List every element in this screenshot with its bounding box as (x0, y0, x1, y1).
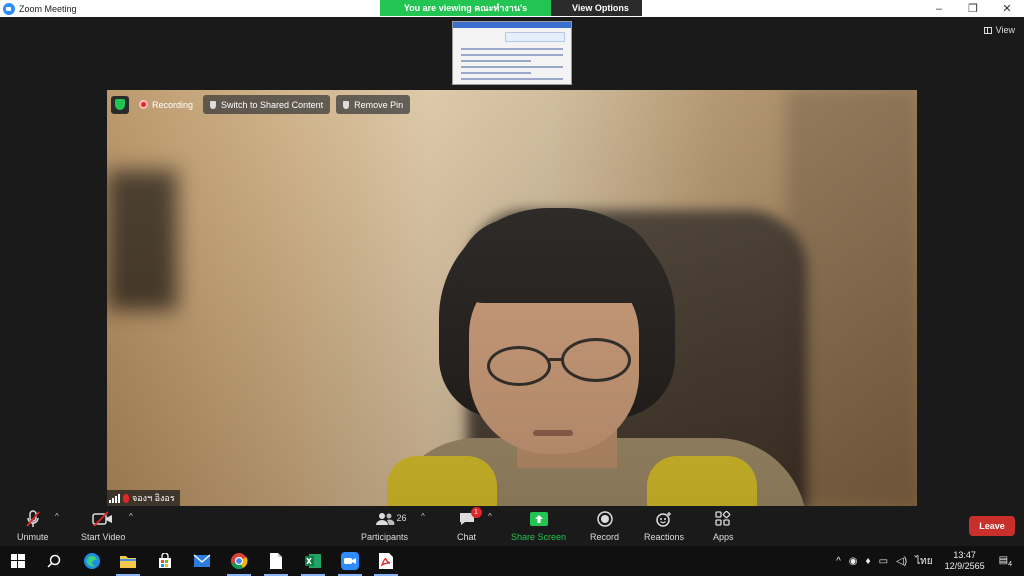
restore-button[interactable]: ❐ (956, 0, 990, 17)
reactions-button[interactable]: Reactions (644, 510, 684, 542)
chrome-icon[interactable] (227, 551, 251, 576)
video-toolbar: Recording Switch to Shared Content Remov… (111, 95, 411, 114)
zoom-taskbar-icon[interactable] (338, 551, 362, 576)
reactions-label: Reactions (644, 532, 685, 542)
start-video-button[interactable]: Start Video (81, 510, 125, 542)
close-button[interactable]: ✕ (990, 0, 1024, 17)
meet-now-icon[interactable]: ◉ (849, 556, 858, 567)
participants-label: Participants (361, 532, 409, 542)
record-dot-icon (139, 100, 148, 109)
network-icon[interactable]: ▭ (879, 556, 888, 567)
switch-to-shared-content-button[interactable]: Switch to Shared Content (203, 95, 331, 114)
view-button[interactable]: View (983, 25, 1015, 35)
remove-pin-label: Remove Pin (354, 99, 404, 110)
viewing-text: You are viewing คณะทำงาน's screen (380, 0, 551, 29)
share-screen-label: Share Screen (511, 532, 567, 542)
clock-time: 13:47 (953, 550, 976, 560)
participants-icon: 26 (375, 510, 407, 528)
notification-icon[interactable]: ▤4 (999, 555, 1012, 568)
participant-name: จองฯ อิงอร (132, 493, 175, 503)
pinned-video: Recording Switch to Shared Content Remov… (107, 90, 917, 506)
file-explorer-icon[interactable] (116, 551, 140, 576)
chevron-up-icon[interactable]: ^ (836, 556, 841, 567)
leave-button[interactable]: Leave (969, 516, 1015, 536)
chat-button[interactable]: 1 Chat (457, 507, 482, 542)
microsoft-store-icon[interactable] (155, 551, 175, 571)
video-options-caret[interactable]: ^ (129, 512, 133, 521)
audio-options-caret[interactable]: ^ (55, 512, 59, 521)
chat-options-caret[interactable]: ^ (488, 512, 492, 521)
participant-name-tag: จองฯ อิงอร (107, 490, 180, 506)
unmute-label: Unmute (17, 532, 49, 542)
chat-label: Chat (457, 532, 477, 542)
minimize-button[interactable]: – (922, 0, 956, 17)
security-shield-icon[interactable] (111, 95, 129, 114)
document-icon[interactable] (264, 551, 288, 576)
participants-count: 26 (396, 513, 407, 523)
participants-button[interactable]: 26 Participants (361, 510, 408, 542)
language-indicator[interactable]: ไทย (915, 554, 932, 569)
search-icon[interactable] (44, 551, 64, 571)
grid-icon (983, 26, 992, 34)
apps-button[interactable]: Apps (713, 510, 734, 542)
pin-icon (210, 100, 217, 109)
windows-taskbar: ^ ◉ ♦ ▭ ◁) ไทย 13:47 12/9/2565 ▤4 (0, 546, 1024, 576)
clock[interactable]: 13:47 12/9/2565 (945, 550, 985, 572)
clock-date: 12/9/2565 (944, 561, 985, 571)
system-tray: ^ ◉ ♦ ▭ ◁) ไทย 13:47 12/9/2565 ▤4 (832, 546, 1024, 576)
video-off-icon (92, 510, 114, 528)
microphone-icon[interactable]: ♦ (866, 556, 871, 567)
pdf-reader-icon[interactable] (374, 551, 398, 576)
mail-icon[interactable] (192, 551, 212, 571)
window-title: Zoom Meeting (19, 3, 77, 14)
remove-pin-button[interactable]: Remove Pin (336, 95, 411, 114)
record-button[interactable]: Record (590, 510, 619, 542)
apps-label: Apps (713, 532, 734, 542)
pin-icon (343, 100, 350, 109)
view-options-label: View Options (572, 3, 629, 13)
recording-indicator[interactable]: Recording (135, 100, 197, 110)
viewing-banner: You are viewing คณะทำงาน's screen View O… (380, 0, 642, 29)
shared-screen-thumbnail[interactable] (452, 21, 572, 85)
record-label: Record (590, 532, 620, 542)
window-controls: – ❐ ✕ (922, 0, 1024, 17)
chat-icon: 1 (458, 507, 482, 528)
excel-icon[interactable] (301, 551, 325, 576)
windows-start-icon[interactable] (8, 551, 28, 571)
view-options-button[interactable]: View Options ⌄ (551, 0, 642, 29)
view-label: View (995, 25, 1015, 35)
participants-options-caret[interactable]: ^ (421, 512, 425, 521)
notification-count: 4 (1008, 560, 1012, 568)
edge-browser-icon[interactable] (82, 551, 102, 571)
switch-label: Switch to Shared Content (221, 99, 324, 110)
volume-icon[interactable]: ◁) (896, 556, 907, 567)
record-icon (596, 510, 613, 528)
recording-label: Recording (152, 99, 194, 110)
meeting-controls: Unmute ^ Start Video ^ 26 Participants ^… (0, 506, 1024, 546)
mic-muted-icon (25, 510, 41, 528)
reactions-icon (655, 510, 673, 528)
mic-muted-icon (123, 493, 129, 503)
start-video-label: Start Video (81, 532, 126, 542)
share-screen-button[interactable]: Share Screen (511, 510, 566, 542)
apps-icon (715, 510, 731, 528)
signal-strength-icon (109, 493, 120, 503)
zoom-app-icon (3, 2, 15, 15)
zoom-window: Zoom Meeting – ❐ ✕ You are viewing คณะทำ… (0, 0, 1024, 576)
chat-badge: 1 (470, 507, 482, 518)
unmute-button[interactable]: Unmute (17, 510, 49, 542)
share-screen-icon (529, 510, 548, 528)
